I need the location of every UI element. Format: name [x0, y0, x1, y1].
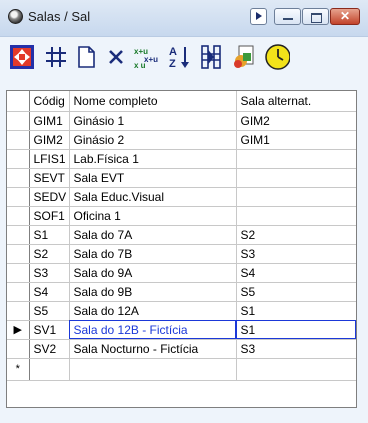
cell-alternate-room[interactable]: S1 — [236, 301, 356, 321]
cell-code[interactable]: S5 — [29, 301, 70, 321]
cell-alternate-room[interactable]: S5 — [236, 282, 356, 302]
cell-alternate-room[interactable] — [236, 187, 356, 207]
cell-name[interactable]: Sala do 9A — [69, 263, 237, 283]
svg-text:x+u: x+u — [144, 55, 158, 64]
svg-text:Z: Z — [169, 58, 176, 70]
new-row-cell[interactable] — [29, 358, 70, 381]
row-indicator — [7, 111, 30, 131]
cell-alternate-room[interactable]: S2 — [236, 225, 356, 245]
column-header-name[interactable]: Nome completo — [69, 91, 237, 112]
cell-name[interactable]: Sala do 9B — [69, 282, 237, 302]
cell-name[interactable]: Oficina 1 — [69, 206, 237, 226]
cell-name[interactable]: Lab.Física 1 — [69, 149, 237, 169]
row-indicator-header — [7, 91, 30, 112]
table-row[interactable]: S2 Sala do 7B S3 — [7, 244, 356, 264]
cell-name[interactable]: Ginásio 2 — [69, 130, 237, 150]
clock-icon[interactable] — [262, 43, 290, 71]
grid-icon[interactable] — [42, 43, 70, 71]
sort-az-icon[interactable]: AZ — [165, 43, 193, 71]
row-indicator — [7, 187, 30, 207]
filter-icon[interactable] — [197, 43, 225, 71]
cell-code[interactable]: LFIS1 — [29, 149, 70, 169]
toolbar: x+u x+u x u AZ — [0, 37, 368, 78]
row-indicator — [7, 301, 30, 321]
table-row[interactable]: GIM1 Ginásio 1 GIM2 — [7, 111, 356, 131]
table-row[interactable]: GIM2 Ginásio 2 GIM1 — [7, 130, 356, 150]
row-indicator — [7, 263, 30, 283]
cell-name[interactable]: Sala Nocturno - Fictícia — [69, 339, 237, 359]
title-bar[interactable]: Salas / Sal ✕ — [0, 0, 368, 37]
app-window: Salas / Sal ✕ x+u x+u x u AZ Códig Nome … — [0, 0, 368, 423]
cell-alternate-room[interactable] — [236, 149, 356, 169]
cell-code[interactable]: SV2 — [29, 339, 70, 359]
maximize-button[interactable] — [302, 8, 329, 25]
cell-name[interactable]: Sala do 7B — [69, 244, 237, 264]
cell-alternate-room[interactable]: S4 — [236, 263, 356, 283]
table-row[interactable]: SOF1 Oficina 1 — [7, 206, 356, 226]
cell-alternate-room[interactable] — [236, 206, 356, 226]
cell-code[interactable]: SEDV — [29, 187, 70, 207]
table-row[interactable]: S5 Sala do 12A S1 — [7, 301, 356, 321]
cell-code[interactable]: S3 — [29, 263, 70, 283]
row-indicator — [7, 282, 30, 302]
cell-name[interactable]: Sala do 7A — [69, 225, 237, 245]
cell-code[interactable]: S2 — [29, 244, 70, 264]
cell-name[interactable]: Sala EVT — [69, 168, 237, 188]
row-indicator — [7, 244, 30, 264]
navigate-icon[interactable] — [8, 43, 36, 71]
cell-alternate-room[interactable]: GIM1 — [236, 130, 356, 150]
cell-code[interactable]: SEVT — [29, 168, 70, 188]
row-indicator — [7, 225, 30, 245]
report-icon[interactable] — [230, 43, 258, 71]
column-header-code[interactable]: Códig — [29, 91, 70, 112]
cell-alternate-room[interactable]: S3 — [236, 244, 356, 264]
row-indicator — [7, 130, 30, 150]
cell-code[interactable]: SOF1 — [29, 206, 70, 226]
play-icon[interactable] — [250, 8, 267, 25]
cell-code[interactable]: S4 — [29, 282, 70, 302]
cell-alternate-room[interactable] — [236, 168, 356, 188]
header-row: Códig Nome completo Sala alternat. — [7, 91, 356, 112]
cell-name[interactable]: Sala Educ.Visual — [69, 187, 237, 207]
new-row-cell[interactable] — [69, 358, 237, 381]
cell-code[interactable]: GIM1 — [29, 111, 70, 131]
cell-code[interactable]: SV1 — [29, 320, 70, 340]
svg-text:x u: x u — [134, 61, 146, 70]
table-row[interactable]: SEDV Sala Educ.Visual — [7, 187, 356, 207]
window-title: Salas / Sal — [28, 9, 91, 24]
table-row[interactable]: S3 Sala do 9A S4 — [7, 263, 356, 283]
row-indicator — [7, 168, 30, 188]
cell-alternate-room[interactable]: S3 — [236, 339, 356, 359]
table-row[interactable]: LFIS1 Lab.Física 1 — [7, 149, 356, 169]
cell-name[interactable]: Ginásio 1 — [69, 111, 237, 131]
table-row[interactable]: SV2 Sala Nocturno - Fictícia S3 — [7, 339, 356, 359]
app-icon[interactable] — [8, 9, 23, 24]
replace-icon[interactable]: x+u x+u x u — [131, 43, 159, 71]
cell-name[interactable]: Sala do 12B - Fictícia — [69, 320, 237, 340]
new-row-indicator: * — [7, 358, 30, 381]
row-indicator: ▶ — [7, 320, 30, 340]
close-button[interactable]: ✕ — [330, 8, 360, 25]
new-record-icon[interactable] — [72, 43, 100, 71]
row-indicator — [7, 149, 30, 169]
table-row[interactable]: ▶ SV1 Sala do 12B - Fictícia S1 — [7, 320, 356, 340]
table-row[interactable]: S1 Sala do 7A S2 — [7, 225, 356, 245]
rooms-grid[interactable]: Códig Nome completo Sala alternat. GIM1 G… — [6, 90, 357, 408]
table-row[interactable]: SEVT Sala EVT — [7, 168, 356, 188]
cell-code[interactable]: GIM2 — [29, 130, 70, 150]
cell-code[interactable]: S1 — [29, 225, 70, 245]
delete-icon[interactable] — [102, 43, 130, 71]
cell-alternate-room[interactable]: GIM2 — [236, 111, 356, 131]
cell-alternate-room[interactable]: S1 — [236, 320, 356, 340]
row-indicator — [7, 339, 30, 359]
table-row[interactable]: S4 Sala do 9B S5 — [7, 282, 356, 302]
minimize-button[interactable] — [274, 8, 301, 25]
row-indicator — [7, 206, 30, 226]
cell-name[interactable]: Sala do 12A — [69, 301, 237, 321]
column-header-alternate-room[interactable]: Sala alternat. — [236, 91, 356, 112]
svg-text:A: A — [169, 46, 177, 58]
new-record-row[interactable]: * — [7, 358, 356, 381]
new-row-cell[interactable] — [236, 358, 356, 381]
